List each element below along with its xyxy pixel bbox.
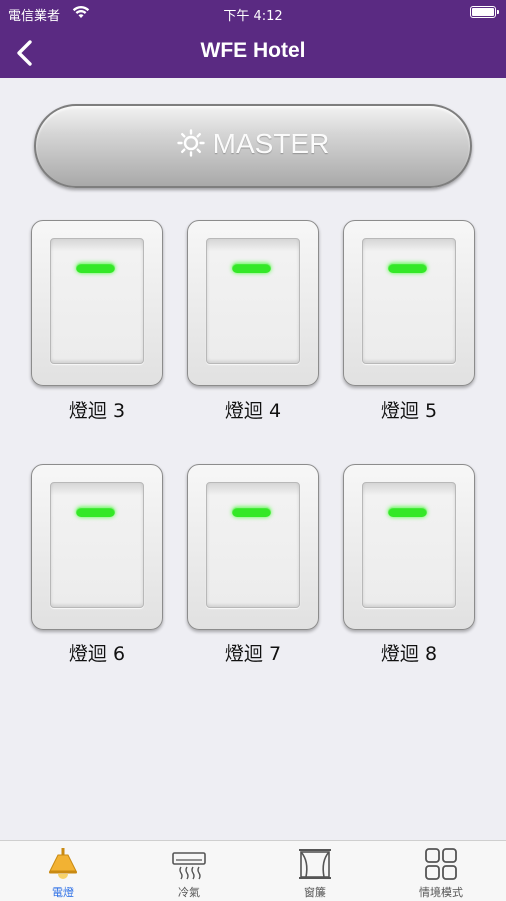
light-switch-6[interactable] <box>31 464 163 630</box>
grid-icon <box>425 848 457 880</box>
air-conditioner-icon <box>172 852 206 880</box>
status-led <box>76 507 115 517</box>
tab-label: 情境模式 <box>419 886 463 899</box>
switch-label: 燈迴 8 <box>380 643 438 665</box>
light-switch-7[interactable] <box>187 464 319 630</box>
master-button[interactable]: MASTER <box>34 104 472 188</box>
switch-label: 燈迴 3 <box>68 400 126 422</box>
switch-rocker[interactable] <box>362 482 456 608</box>
light-switch-4[interactable] <box>187 220 319 386</box>
tab-curtains[interactable]: 窗簾 <box>252 841 378 901</box>
switch-rocker[interactable] <box>362 238 456 364</box>
tab-label: 電燈 <box>52 886 74 899</box>
page-title: WFE Hotel <box>200 39 306 62</box>
tab-label: 冷氣 <box>178 886 200 899</box>
tab-bar: 電燈 冷氣 窗簾 情境模式 <box>0 840 506 901</box>
switch-label: 燈迴 6 <box>68 643 126 665</box>
status-led <box>388 507 427 517</box>
battery-icon <box>470 6 499 18</box>
status-led <box>76 263 115 273</box>
tab-lights[interactable]: 電燈 <box>0 841 126 901</box>
curtain-icon <box>299 849 331 879</box>
switch-label: 燈迴 4 <box>224 400 282 422</box>
tab-label: 窗簾 <box>304 886 326 899</box>
sun-icon <box>176 129 205 164</box>
lamp-icon <box>49 848 77 879</box>
switch-rocker[interactable] <box>206 482 300 608</box>
switch-label: 燈迴 7 <box>224 643 282 665</box>
switch-label: 燈迴 5 <box>380 400 438 422</box>
switch-rocker[interactable] <box>206 238 300 364</box>
tab-scene-mode[interactable]: 情境模式 <box>378 841 504 901</box>
navigation-bar: WFE Hotel <box>0 28 506 78</box>
status-bar: 電信業者 下午 4:12 <box>0 0 506 28</box>
clock: 下午 4:12 <box>223 9 283 24</box>
switch-rocker[interactable] <box>50 482 144 608</box>
status-led <box>232 507 271 517</box>
light-switch-3[interactable] <box>31 220 163 386</box>
tab-air-conditioner[interactable]: 冷氣 <box>126 841 252 901</box>
switch-rocker[interactable] <box>50 238 144 364</box>
light-switch-5[interactable] <box>343 220 475 386</box>
status-led <box>232 263 271 273</box>
status-led <box>388 263 427 273</box>
master-label: MASTER <box>212 128 330 159</box>
light-switch-8[interactable] <box>343 464 475 630</box>
